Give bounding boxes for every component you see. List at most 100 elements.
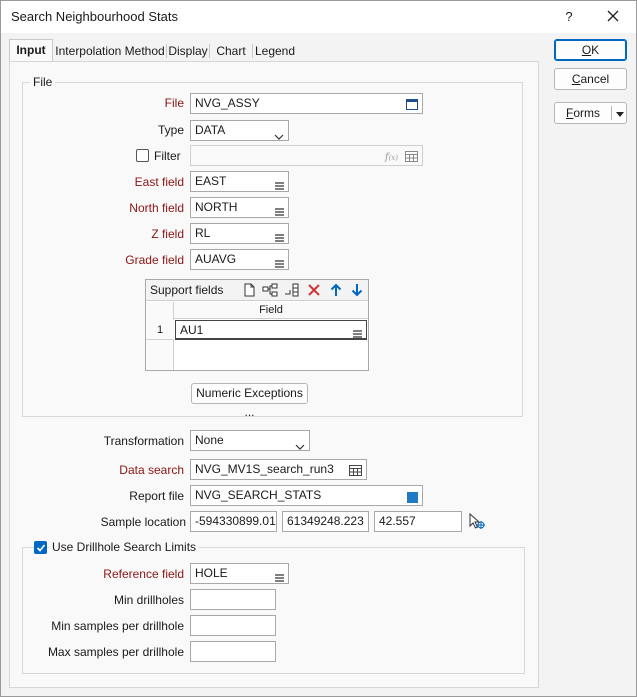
support-field-cell[interactable]: AU1	[175, 320, 367, 340]
min-drillholes-input[interactable]	[190, 589, 276, 610]
min-drillholes-label: Min drillholes	[113, 593, 184, 607]
filter-input[interactable]: f(x)	[190, 145, 423, 166]
data-search-input[interactable]: NVG_MV1S_search_run3	[190, 459, 367, 480]
file-group-title: File	[30, 75, 56, 89]
north-field-value: NORTH	[195, 200, 238, 214]
chevron-down-icon	[274, 127, 284, 140]
drillhole-limits-checkbox[interactable]	[34, 541, 47, 554]
support-field-value: AU1	[180, 323, 204, 337]
tab-legend[interactable]: Legend	[253, 40, 297, 62]
forms-label: orms	[573, 106, 600, 120]
drillhole-limits-title: Use Drillhole Search Limits	[49, 540, 200, 554]
tab-chart[interactable]: Chart	[210, 40, 252, 62]
list-icon[interactable]	[275, 255, 284, 269]
min-samples-input[interactable]	[190, 615, 276, 636]
row-number[interactable]: 1	[146, 320, 174, 340]
max-samples-label: Max samples per drillhole	[47, 645, 184, 659]
transformation-select[interactable]: None	[190, 430, 310, 451]
list-icon[interactable]	[275, 569, 284, 583]
numeric-exceptions-button[interactable]: Numeric Exceptions ...	[191, 383, 308, 419]
field-column-header: Field	[174, 302, 368, 319]
reference-field-input[interactable]: HOLE	[190, 563, 289, 584]
pick-location-icon[interactable]	[468, 512, 486, 533]
filter-checkbox[interactable]	[136, 149, 149, 162]
type-select[interactable]: DATA	[190, 120, 289, 141]
checkmark-icon	[36, 544, 46, 552]
transformation-label: Transformation	[103, 434, 184, 448]
data-search-label: Data search	[119, 463, 184, 477]
sample-z-value: 42.557	[379, 514, 416, 528]
caret-down-icon	[616, 112, 624, 117]
sample-x-input[interactable]: -594330899.012	[190, 511, 277, 532]
support-fields-title: Support fields	[150, 283, 224, 297]
east-field-input[interactable]: EAST	[190, 171, 289, 192]
type-label: Type	[157, 123, 184, 137]
reference-field-value: HOLE	[195, 566, 228, 580]
forms-dropdown-arrow[interactable]	[613, 103, 627, 123]
tab-input[interactable]: Input	[9, 39, 53, 62]
table-icon[interactable]	[405, 149, 418, 165]
move-down-icon[interactable]	[349, 282, 365, 298]
delete-row-icon[interactable]	[306, 282, 322, 298]
reference-field-label: Reference field	[103, 567, 184, 581]
title-bar: Search Neighbourhood Stats ?	[1, 1, 636, 33]
move-up-icon[interactable]	[328, 282, 344, 298]
file-value: NVG_ASSY	[195, 96, 260, 110]
close-icon	[607, 10, 619, 22]
ok-mnemonic: O	[581, 43, 592, 57]
report-file-value: NVG_SEARCH_STATS	[195, 488, 322, 502]
max-samples-input[interactable]	[190, 641, 276, 662]
file-input[interactable]: NVG_ASSY	[190, 93, 423, 114]
east-field-value: EAST	[195, 174, 227, 188]
table-icon[interactable]	[349, 463, 362, 479]
z-field-label: Z field	[151, 227, 184, 241]
forms-button[interactable]: Forms	[554, 102, 627, 124]
forms-text: Forms	[555, 103, 611, 123]
help-button[interactable]: ?	[557, 6, 581, 28]
list-icon[interactable]	[275, 203, 284, 217]
list-icon[interactable]	[275, 229, 284, 243]
tab-display[interactable]: Display	[167, 40, 209, 62]
chevron-down-icon	[295, 437, 305, 450]
transformation-value: None	[195, 433, 224, 447]
report-file-input[interactable]: NVG_SEARCH_STATS	[190, 485, 423, 506]
list-icon[interactable]	[275, 177, 284, 191]
cancel-label: ancel	[580, 72, 610, 86]
grade-field-label: Grade field	[125, 253, 184, 267]
north-field-label: North field	[129, 201, 184, 215]
new-row-icon[interactable]	[241, 282, 257, 298]
file-label: File	[164, 96, 184, 110]
window-title: Search Neighbourhood Stats	[11, 9, 178, 24]
dialog-window: Search Neighbourhood Stats ? Input Inter…	[0, 0, 637, 697]
append-row-icon[interactable]	[284, 282, 300, 298]
north-field-input[interactable]: NORTH	[190, 197, 289, 218]
list-icon[interactable]	[353, 325, 362, 343]
support-fields-grid: Support fields Field 1 AU1	[145, 279, 369, 371]
sample-y-input[interactable]: 61349248.223	[282, 511, 369, 532]
close-button[interactable]	[599, 6, 627, 28]
sample-location-label: Sample location	[100, 515, 186, 529]
grade-field-input[interactable]: AUAVG	[190, 249, 289, 270]
forms-split-divider	[611, 106, 612, 120]
color-swatch-icon[interactable]	[407, 490, 418, 505]
z-field-value: RL	[195, 226, 211, 240]
sample-y-value: 61349248.223	[287, 514, 364, 528]
filter-label: Filter	[154, 149, 181, 163]
cancel-button[interactable]: Cancel	[554, 68, 627, 90]
min-samples-label: Min samples per drillhole	[51, 619, 184, 633]
input-tab-panel: File File NVG_ASSY Type DATA Filter f(x)…	[9, 61, 539, 688]
browse-file-icon[interactable]	[406, 97, 418, 113]
function-icon[interactable]: f(x)	[385, 148, 398, 165]
grade-field-value: AUAVG	[195, 252, 237, 266]
east-field-label: East field	[134, 175, 184, 189]
ok-button[interactable]: OK	[554, 39, 627, 61]
z-field-input[interactable]: RL	[190, 223, 289, 244]
ok-label: K	[591, 43, 600, 57]
support-fields-toolbar: Support fields	[146, 280, 368, 301]
sample-z-input[interactable]: 42.557	[374, 511, 462, 532]
tab-interpolation-method[interactable]: Interpolation Method	[54, 40, 166, 62]
report-file-label: Report file	[129, 489, 184, 503]
type-value: DATA	[195, 123, 226, 137]
insert-row-icon[interactable]	[262, 282, 278, 298]
data-search-value: NVG_MV1S_search_run3	[195, 462, 334, 476]
